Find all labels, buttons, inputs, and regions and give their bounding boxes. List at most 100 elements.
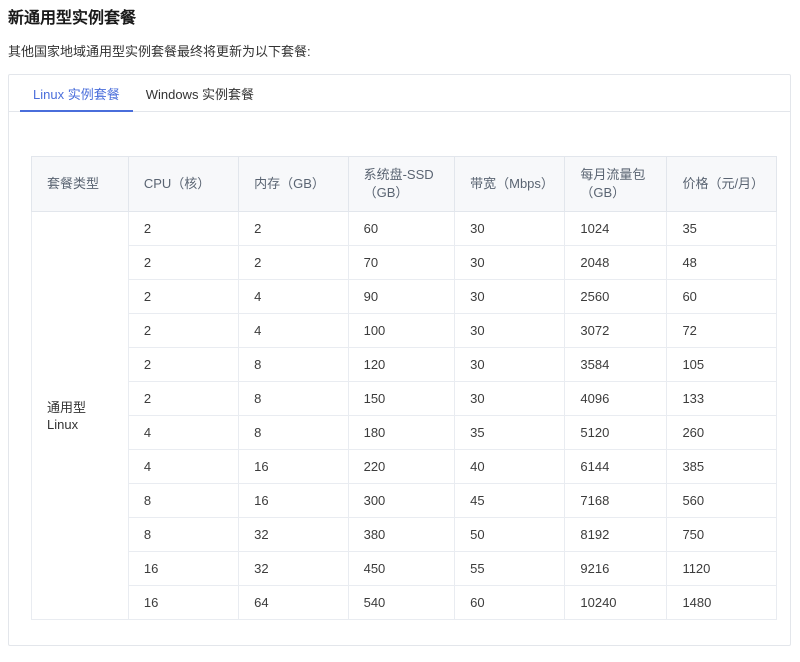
table-row: 28150304096133 [32, 382, 777, 416]
table-cell: 2 [128, 280, 238, 314]
table-row: 2410030307272 [32, 314, 777, 348]
table-cell: 450 [348, 552, 455, 586]
table-cell: 105 [667, 348, 777, 382]
table-cell: 120 [348, 348, 455, 382]
table-row: 832380508192750 [32, 518, 777, 552]
table-cell: 30 [455, 382, 565, 416]
table-cell: 1480 [667, 586, 777, 620]
table-row: 416220406144385 [32, 450, 777, 484]
table-cell: 2 [128, 382, 238, 416]
column-header: 每月流量包（GB） [565, 157, 667, 212]
table-cell: 180 [348, 416, 455, 450]
table-cell: 150 [348, 382, 455, 416]
table-row: 16324505592161120 [32, 552, 777, 586]
instance-type-cell: 通用型 Linux [32, 212, 129, 620]
header-row: 套餐类型CPU（核）内存（GB）系统盘-SSD（GB）带宽（Mbps）每月流量包… [32, 157, 777, 212]
table-cell: 4096 [565, 382, 667, 416]
table-cell: 1024 [565, 212, 667, 246]
table-cell: 8 [239, 348, 349, 382]
table-cell: 6144 [565, 450, 667, 484]
instance-plans-panel: Linux 实例套餐 Windows 实例套餐 套餐类型CPU（核）内存（GB）… [8, 74, 791, 646]
table-header: 套餐类型CPU（核）内存（GB）系统盘-SSD（GB）带宽（Mbps）每月流量包… [32, 157, 777, 212]
table-cell: 8 [128, 518, 238, 552]
table-cell: 40 [455, 450, 565, 484]
table-cell: 3584 [565, 348, 667, 382]
table-cell: 750 [667, 518, 777, 552]
table-cell: 32 [239, 552, 349, 586]
page-subtitle: 其他国家地域通用型实例套餐最终将更新为以下套餐: [8, 44, 791, 60]
table-cell: 2 [128, 212, 238, 246]
column-header: 套餐类型 [32, 157, 129, 212]
table-cell: 16 [239, 450, 349, 484]
table-cell: 2 [239, 246, 349, 280]
table-cell: 8 [239, 382, 349, 416]
table-cell: 9216 [565, 552, 667, 586]
table-cell: 30 [455, 246, 565, 280]
table-row: 166454060102401480 [32, 586, 777, 620]
table-cell: 5120 [565, 416, 667, 450]
table-row: 816300457168560 [32, 484, 777, 518]
table-cell: 2 [239, 212, 349, 246]
table-cell: 55 [455, 552, 565, 586]
table-cell: 64 [239, 586, 349, 620]
table-row: 通用型 Linux226030102435 [32, 212, 777, 246]
table-cell: 45 [455, 484, 565, 518]
page: { "page": { "title": "新通用型实例套餐", "subtit… [0, 0, 800, 650]
table-cell: 32 [239, 518, 349, 552]
table-cell: 2048 [565, 246, 667, 280]
table-cell: 35 [455, 416, 565, 450]
table-cell: 35 [667, 212, 777, 246]
page-title: 新通用型实例套餐 [8, 10, 791, 28]
column-header: 带宽（Mbps） [455, 157, 565, 212]
tab-content: 套餐类型CPU（核）内存（GB）系统盘-SSD（GB）带宽（Mbps）每月流量包… [9, 112, 790, 662]
table-cell: 60 [667, 280, 777, 314]
table-row: 227030204848 [32, 246, 777, 280]
table-row: 48180355120260 [32, 416, 777, 450]
table-cell: 60 [348, 212, 455, 246]
tab-linux-plans[interactable]: Linux 实例套餐 [20, 75, 133, 111]
table-cell: 16 [128, 552, 238, 586]
table-cell: 8192 [565, 518, 667, 552]
pricing-table: 套餐类型CPU（核）内存（GB）系统盘-SSD（GB）带宽（Mbps）每月流量包… [31, 156, 777, 620]
table-cell: 540 [348, 586, 455, 620]
tab-windows-plans[interactable]: Windows 实例套餐 [133, 75, 267, 111]
column-header: CPU（核） [128, 157, 238, 212]
table-cell: 10240 [565, 586, 667, 620]
table-cell: 260 [667, 416, 777, 450]
table-cell: 4 [239, 280, 349, 314]
table-cell: 2 [128, 348, 238, 382]
table-cell: 1120 [667, 552, 777, 586]
table-cell: 380 [348, 518, 455, 552]
table-cell: 48 [667, 246, 777, 280]
tab-bar: Linux 实例套餐 Windows 实例套餐 [9, 75, 790, 112]
table-cell: 133 [667, 382, 777, 416]
table-cell: 2 [128, 314, 238, 348]
table-cell: 30 [455, 280, 565, 314]
column-header: 内存（GB） [239, 157, 349, 212]
table-cell: 7168 [565, 484, 667, 518]
table-cell: 16 [128, 586, 238, 620]
table-cell: 90 [348, 280, 455, 314]
table-cell: 220 [348, 450, 455, 484]
table-cell: 100 [348, 314, 455, 348]
table-cell: 3072 [565, 314, 667, 348]
table-cell: 50 [455, 518, 565, 552]
column-header: 系统盘-SSD（GB） [348, 157, 455, 212]
table-cell: 4 [239, 314, 349, 348]
column-header: 价格（元/月） [667, 157, 777, 212]
table-cell: 70 [348, 246, 455, 280]
table-cell: 16 [239, 484, 349, 518]
table-body: 通用型 Linux2260301024352270302048482490302… [32, 212, 777, 620]
table-cell: 4 [128, 416, 238, 450]
table-cell: 300 [348, 484, 455, 518]
table-cell: 60 [455, 586, 565, 620]
table-cell: 30 [455, 314, 565, 348]
table-cell: 2 [128, 246, 238, 280]
table-cell: 8 [128, 484, 238, 518]
table-cell: 30 [455, 212, 565, 246]
table-cell: 30 [455, 348, 565, 382]
table-cell: 560 [667, 484, 777, 518]
table-cell: 385 [667, 450, 777, 484]
table-cell: 72 [667, 314, 777, 348]
table-cell: 4 [128, 450, 238, 484]
